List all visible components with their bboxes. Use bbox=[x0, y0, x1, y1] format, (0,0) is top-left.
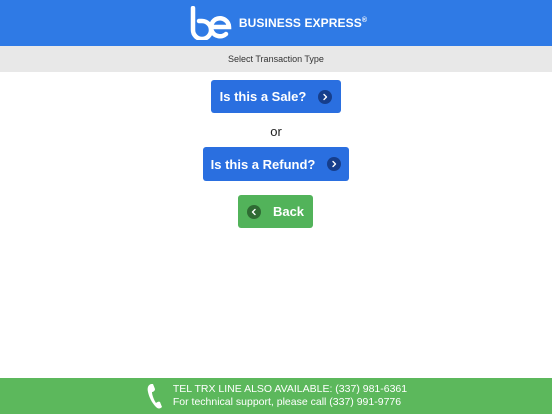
sale-button[interactable]: Is this a Sale? bbox=[211, 80, 341, 113]
support-footer: TEL TRX LINE ALSO AVAILABLE: (337) 981-6… bbox=[0, 378, 552, 414]
refund-button[interactable]: Is this a Refund? bbox=[203, 147, 349, 181]
tel-trx-line: TEL TRX LINE ALSO AVAILABLE: (337) 981-6… bbox=[172, 383, 408, 395]
chevron-right-icon bbox=[318, 89, 333, 104]
page-title-bar: Select Transaction Type bbox=[0, 46, 552, 72]
chevron-right-icon bbox=[327, 157, 342, 171]
logo: BUSINESS EXPRESS® bbox=[189, 6, 367, 40]
app-header: BUSINESS EXPRESS® bbox=[0, 0, 552, 46]
brand-name: BUSINESS EXPRESS® bbox=[238, 16, 368, 30]
phone-icon bbox=[147, 384, 162, 409]
chevron-left-icon bbox=[246, 204, 261, 219]
be-logo-icon bbox=[190, 6, 232, 40]
back-button-label: Back bbox=[272, 204, 305, 219]
tech-support-line: For technical support, please call (337)… bbox=[172, 396, 402, 408]
support-text: TEL TRX LINE ALSO AVAILABLE: (337) 981-6… bbox=[173, 383, 407, 409]
sale-button-label: Is this a Sale? bbox=[219, 89, 307, 104]
or-separator: or bbox=[270, 124, 282, 139]
page-title: Select Transaction Type bbox=[228, 54, 324, 64]
back-button[interactable]: Back bbox=[238, 195, 313, 228]
refund-button-label: Is this a Refund? bbox=[210, 156, 316, 172]
